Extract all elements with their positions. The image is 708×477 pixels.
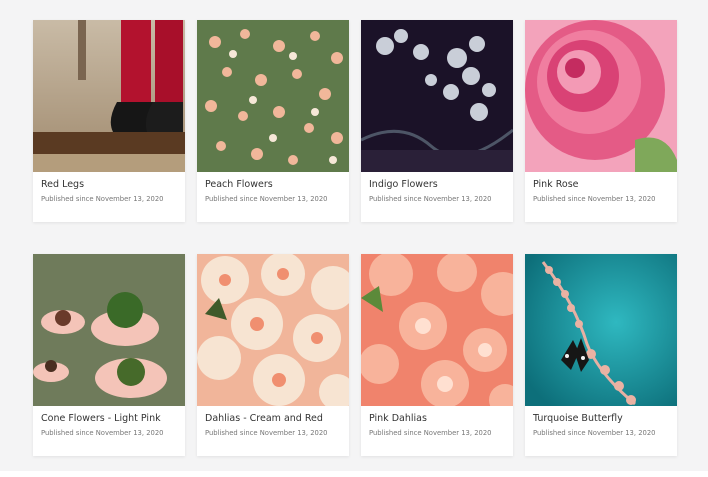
- card-published-date: Published since November 13, 2020: [41, 195, 164, 203]
- turquoise-butterfly-image: [525, 254, 677, 406]
- pink-dahlias-image: [361, 254, 513, 406]
- gallery-card[interactable]: Cone Flowers - Light Pink Published sinc…: [33, 254, 185, 456]
- card-image-peach-flowers[interactable]: [197, 20, 349, 172]
- card-image-turquoise-butterfly[interactable]: [525, 254, 677, 406]
- card-title[interactable]: Pink Rose: [533, 179, 578, 190]
- gallery-card[interactable]: Turquoise Butterfly Published since Nove…: [525, 254, 677, 456]
- card-title[interactable]: Cone Flowers - Light Pink: [41, 413, 161, 424]
- card-published-date: Published since November 13, 2020: [533, 429, 656, 437]
- gallery-card[interactable]: Pink Rose Published since November 13, 2…: [525, 20, 677, 222]
- card-image-indigo-flowers[interactable]: [361, 20, 513, 172]
- card-title[interactable]: Red Legs: [41, 179, 84, 190]
- indigo-flowers-image: [361, 20, 513, 172]
- legs-shoes-image: [33, 20, 185, 172]
- card-title[interactable]: Dahlias - Cream and Red: [205, 413, 323, 424]
- gallery-card[interactable]: Dahlias - Cream and Red Published since …: [197, 254, 349, 456]
- pink-rose-image: [525, 20, 677, 172]
- card-published-date: Published since November 13, 2020: [369, 429, 492, 437]
- card-title[interactable]: Pink Dahlias: [369, 413, 427, 424]
- page-bottom-strip: [0, 471, 708, 477]
- card-image-red-legs[interactable]: [33, 20, 185, 172]
- card-published-date: Published since November 13, 2020: [369, 195, 492, 203]
- gallery-card[interactable]: Red Legs Published since November 13, 20…: [33, 20, 185, 222]
- card-title[interactable]: Indigo Flowers: [369, 179, 438, 190]
- cone-flowers-image: [33, 254, 185, 406]
- card-image-cone-flowers[interactable]: [33, 254, 185, 406]
- peach-flowers-image: [197, 20, 349, 172]
- gallery-card[interactable]: Indigo Flowers Published since November …: [361, 20, 513, 222]
- card-published-date: Published since November 13, 2020: [41, 429, 164, 437]
- card-published-date: Published since November 13, 2020: [533, 195, 656, 203]
- card-title[interactable]: Peach Flowers: [205, 179, 273, 190]
- cream-dahlias-image: [197, 254, 349, 406]
- card-title[interactable]: Turquoise Butterfly: [533, 413, 623, 424]
- gallery-card[interactable]: Peach Flowers Published since November 1…: [197, 20, 349, 222]
- card-published-date: Published since November 13, 2020: [205, 429, 328, 437]
- card-published-date: Published since November 13, 2020: [205, 195, 328, 203]
- card-image-pink-rose[interactable]: [525, 20, 677, 172]
- card-image-cream-dahlias[interactable]: [197, 254, 349, 406]
- card-image-pink-dahlias[interactable]: [361, 254, 513, 406]
- gallery-card[interactable]: Pink Dahlias Published since November 13…: [361, 254, 513, 456]
